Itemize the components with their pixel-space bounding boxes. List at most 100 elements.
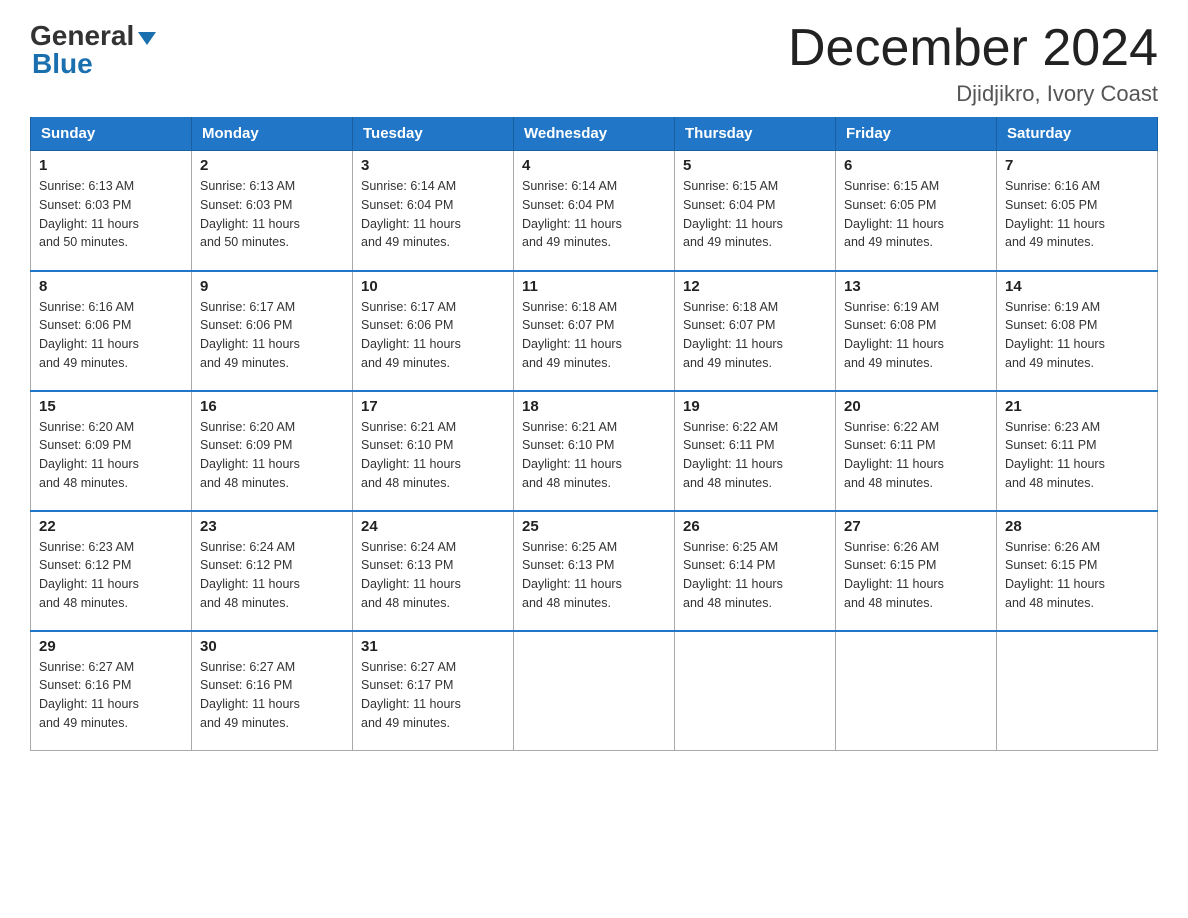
day-info: Sunrise: 6:13 AM Sunset: 6:03 PM Dayligh… [200,177,344,252]
day-info: Sunrise: 6:20 AM Sunset: 6:09 PM Dayligh… [39,418,183,493]
calendar-cell: 5 Sunrise: 6:15 AM Sunset: 6:04 PM Dayli… [675,151,836,271]
day-info: Sunrise: 6:16 AM Sunset: 6:06 PM Dayligh… [39,298,183,373]
day-info: Sunrise: 6:18 AM Sunset: 6:07 PM Dayligh… [683,298,827,373]
day-info: Sunrise: 6:16 AM Sunset: 6:05 PM Dayligh… [1005,177,1149,252]
day-number: 23 [200,518,344,535]
page-header: General Blue December 2024 Djidjikro, Iv… [30,20,1158,107]
day-number: 30 [200,638,344,655]
calendar-cell: 16 Sunrise: 6:20 AM Sunset: 6:09 PM Dayl… [192,391,353,511]
column-header-friday: Friday [836,117,997,151]
column-header-wednesday: Wednesday [514,117,675,151]
column-header-saturday: Saturday [997,117,1158,151]
calendar-cell: 6 Sunrise: 6:15 AM Sunset: 6:05 PM Dayli… [836,151,997,271]
calendar-week-row: 15 Sunrise: 6:20 AM Sunset: 6:09 PM Dayl… [31,391,1158,511]
day-info: Sunrise: 6:21 AM Sunset: 6:10 PM Dayligh… [522,418,666,493]
title-section: December 2024 Djidjikro, Ivory Coast [788,20,1158,107]
day-number: 24 [361,518,505,535]
day-info: Sunrise: 6:25 AM Sunset: 6:14 PM Dayligh… [683,538,827,613]
calendar-cell: 12 Sunrise: 6:18 AM Sunset: 6:07 PM Dayl… [675,271,836,391]
calendar-cell [836,631,997,751]
day-info: Sunrise: 6:20 AM Sunset: 6:09 PM Dayligh… [200,418,344,493]
calendar-cell: 18 Sunrise: 6:21 AM Sunset: 6:10 PM Dayl… [514,391,675,511]
calendar-cell: 14 Sunrise: 6:19 AM Sunset: 6:08 PM Dayl… [997,271,1158,391]
calendar-cell [514,631,675,751]
day-number: 1 [39,157,183,174]
calendar-cell: 10 Sunrise: 6:17 AM Sunset: 6:06 PM Dayl… [353,271,514,391]
calendar-week-row: 29 Sunrise: 6:27 AM Sunset: 6:16 PM Dayl… [31,631,1158,751]
day-number: 5 [683,157,827,174]
logo: General Blue [30,20,156,80]
day-info: Sunrise: 6:26 AM Sunset: 6:15 PM Dayligh… [1005,538,1149,613]
day-info: Sunrise: 6:27 AM Sunset: 6:16 PM Dayligh… [39,658,183,733]
day-number: 14 [1005,278,1149,295]
day-number: 25 [522,518,666,535]
day-number: 28 [1005,518,1149,535]
calendar-cell: 13 Sunrise: 6:19 AM Sunset: 6:08 PM Dayl… [836,271,997,391]
day-number: 29 [39,638,183,655]
day-info: Sunrise: 6:23 AM Sunset: 6:12 PM Dayligh… [39,538,183,613]
calendar-cell [997,631,1158,751]
day-info: Sunrise: 6:26 AM Sunset: 6:15 PM Dayligh… [844,538,988,613]
calendar-cell: 9 Sunrise: 6:17 AM Sunset: 6:06 PM Dayli… [192,271,353,391]
day-number: 13 [844,278,988,295]
calendar-week-row: 8 Sunrise: 6:16 AM Sunset: 6:06 PM Dayli… [31,271,1158,391]
day-number: 26 [683,518,827,535]
calendar-cell: 20 Sunrise: 6:22 AM Sunset: 6:11 PM Dayl… [836,391,997,511]
day-info: Sunrise: 6:17 AM Sunset: 6:06 PM Dayligh… [200,298,344,373]
day-number: 31 [361,638,505,655]
column-header-monday: Monday [192,117,353,151]
day-number: 4 [522,157,666,174]
month-title: December 2024 [788,20,1158,77]
column-header-tuesday: Tuesday [353,117,514,151]
calendar-week-row: 1 Sunrise: 6:13 AM Sunset: 6:03 PM Dayli… [31,151,1158,271]
calendar-cell: 24 Sunrise: 6:24 AM Sunset: 6:13 PM Dayl… [353,511,514,631]
day-number: 15 [39,398,183,415]
day-number: 10 [361,278,505,295]
calendar-cell: 31 Sunrise: 6:27 AM Sunset: 6:17 PM Dayl… [353,631,514,751]
day-info: Sunrise: 6:17 AM Sunset: 6:06 PM Dayligh… [361,298,505,373]
calendar-cell: 28 Sunrise: 6:26 AM Sunset: 6:15 PM Dayl… [997,511,1158,631]
day-number: 21 [1005,398,1149,415]
day-info: Sunrise: 6:19 AM Sunset: 6:08 PM Dayligh… [1005,298,1149,373]
calendar-cell: 30 Sunrise: 6:27 AM Sunset: 6:16 PM Dayl… [192,631,353,751]
day-number: 9 [200,278,344,295]
calendar-cell: 11 Sunrise: 6:18 AM Sunset: 6:07 PM Dayl… [514,271,675,391]
day-number: 20 [844,398,988,415]
calendar-cell: 4 Sunrise: 6:14 AM Sunset: 6:04 PM Dayli… [514,151,675,271]
day-number: 7 [1005,157,1149,174]
day-info: Sunrise: 6:22 AM Sunset: 6:11 PM Dayligh… [844,418,988,493]
day-info: Sunrise: 6:27 AM Sunset: 6:17 PM Dayligh… [361,658,505,733]
calendar-cell: 26 Sunrise: 6:25 AM Sunset: 6:14 PM Dayl… [675,511,836,631]
day-info: Sunrise: 6:25 AM Sunset: 6:13 PM Dayligh… [522,538,666,613]
calendar-table: SundayMondayTuesdayWednesdayThursdayFrid… [30,117,1158,751]
logo-triangle-icon [138,32,156,45]
calendar-cell: 25 Sunrise: 6:25 AM Sunset: 6:13 PM Dayl… [514,511,675,631]
location: Djidjikro, Ivory Coast [788,81,1158,107]
day-info: Sunrise: 6:27 AM Sunset: 6:16 PM Dayligh… [200,658,344,733]
calendar-cell: 19 Sunrise: 6:22 AM Sunset: 6:11 PM Dayl… [675,391,836,511]
calendar-cell: 7 Sunrise: 6:16 AM Sunset: 6:05 PM Dayli… [997,151,1158,271]
calendar-cell: 3 Sunrise: 6:14 AM Sunset: 6:04 PM Dayli… [353,151,514,271]
calendar-cell: 29 Sunrise: 6:27 AM Sunset: 6:16 PM Dayl… [31,631,192,751]
calendar-cell: 21 Sunrise: 6:23 AM Sunset: 6:11 PM Dayl… [997,391,1158,511]
day-number: 3 [361,157,505,174]
calendar-cell [675,631,836,751]
day-number: 8 [39,278,183,295]
calendar-week-row: 22 Sunrise: 6:23 AM Sunset: 6:12 PM Dayl… [31,511,1158,631]
calendar-cell: 2 Sunrise: 6:13 AM Sunset: 6:03 PM Dayli… [192,151,353,271]
day-info: Sunrise: 6:22 AM Sunset: 6:11 PM Dayligh… [683,418,827,493]
day-info: Sunrise: 6:14 AM Sunset: 6:04 PM Dayligh… [361,177,505,252]
day-info: Sunrise: 6:15 AM Sunset: 6:04 PM Dayligh… [683,177,827,252]
day-info: Sunrise: 6:19 AM Sunset: 6:08 PM Dayligh… [844,298,988,373]
calendar-cell: 15 Sunrise: 6:20 AM Sunset: 6:09 PM Dayl… [31,391,192,511]
day-info: Sunrise: 6:23 AM Sunset: 6:11 PM Dayligh… [1005,418,1149,493]
calendar-cell: 27 Sunrise: 6:26 AM Sunset: 6:15 PM Dayl… [836,511,997,631]
day-info: Sunrise: 6:14 AM Sunset: 6:04 PM Dayligh… [522,177,666,252]
day-number: 18 [522,398,666,415]
day-number: 22 [39,518,183,535]
day-number: 6 [844,157,988,174]
day-info: Sunrise: 6:13 AM Sunset: 6:03 PM Dayligh… [39,177,183,252]
day-number: 11 [522,278,666,295]
day-number: 2 [200,157,344,174]
day-number: 17 [361,398,505,415]
